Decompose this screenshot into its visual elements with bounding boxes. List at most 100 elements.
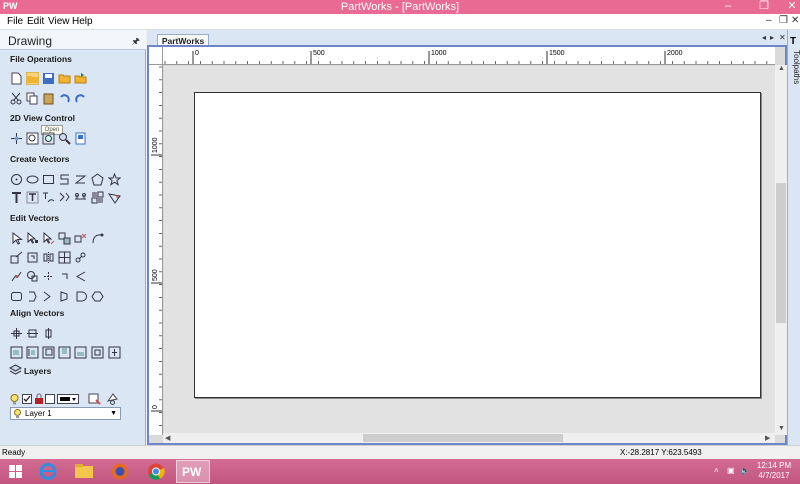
text-on-curve-icon[interactable] (42, 191, 55, 204)
layer-manager-icon[interactable] (88, 392, 101, 405)
trace-bitmap-icon[interactable] (58, 191, 71, 204)
rectangle-icon[interactable] (42, 173, 55, 186)
align-top-icon[interactable] (42, 346, 55, 359)
pin-icon[interactable]: 🖈 (132, 34, 140, 50)
taskbar-clock[interactable]: 12:14 PM 4/7/2017 (752, 461, 796, 481)
tab-scroll-left-icon[interactable]: ◂ (762, 33, 766, 42)
scroll-up-icon[interactable]: ▲ (778, 65, 785, 72)
chrome-icon[interactable] (140, 460, 172, 483)
align-center-icon[interactable] (10, 327, 23, 340)
drawing-canvas[interactable] (164, 66, 775, 435)
set-size-icon[interactable] (74, 232, 87, 245)
layer-checkbox[interactable] (22, 394, 32, 404)
export-folder-icon[interactable] (74, 72, 87, 85)
star-icon[interactable] (108, 173, 121, 186)
close-vector-icon[interactable] (26, 290, 39, 303)
redo-icon[interactable] (74, 92, 87, 105)
layer-paint-icon[interactable] (106, 392, 119, 405)
menu-file[interactable]: File (7, 16, 23, 27)
file-explorer-icon[interactable] (68, 460, 100, 483)
fillet-icon[interactable] (91, 191, 104, 204)
open-folder-icon[interactable] (26, 72, 39, 85)
polyline-icon[interactable] (74, 173, 87, 186)
weld-icon[interactable] (26, 270, 39, 283)
undo-icon[interactable] (58, 92, 71, 105)
toolpaths-panel-tab[interactable]: T Toolpaths (787, 30, 800, 445)
scroll-left-icon[interactable]: ◀ (165, 434, 170, 442)
fillet-corner-icon[interactable] (74, 270, 87, 283)
tray-chevron-icon[interactable]: ˄ (714, 466, 719, 475)
mirror-icon[interactable] (42, 251, 55, 264)
space-vertical-icon[interactable] (91, 346, 104, 359)
text-icon[interactable] (10, 191, 23, 204)
menu-edit[interactable]: Edit (27, 16, 44, 27)
layer-color-checkbox[interactable] (45, 394, 55, 404)
menu-view[interactable]: View (48, 16, 70, 27)
internet-explorer-icon[interactable] (32, 460, 64, 483)
tab-scroll-right-icon[interactable]: ▸ (770, 33, 774, 42)
scale-icon[interactable] (10, 251, 23, 264)
import-folder-icon[interactable] (58, 72, 71, 85)
cut-icon[interactable] (10, 92, 23, 105)
material-sheet[interactable] (194, 92, 761, 398)
arc-fit-icon[interactable] (74, 290, 87, 303)
layer-color-picker[interactable] (57, 394, 79, 404)
align-horizontal-center-icon[interactable] (26, 327, 39, 340)
layer-visible-icon[interactable] (10, 394, 19, 405)
zoom-box-icon[interactable] (26, 132, 39, 145)
ungroup-icon[interactable] (74, 251, 87, 264)
scroll-down-icon[interactable]: ▼ (778, 425, 785, 432)
space-horizontal-icon[interactable] (74, 346, 87, 359)
zoom-extents-icon[interactable] (42, 132, 55, 145)
align-page-icon[interactable] (108, 346, 121, 359)
offset-icon[interactable] (58, 270, 71, 283)
mdi-close-button[interactable]: ✕ (791, 15, 799, 26)
pan-icon[interactable] (10, 132, 23, 145)
ellipse-icon[interactable] (26, 173, 39, 186)
align-right-icon[interactable] (26, 346, 39, 359)
chamfer-icon[interactable] (91, 290, 104, 303)
layer-lock-icon[interactable] (34, 393, 44, 405)
start-windows-icon[interactable] (0, 460, 32, 483)
taskbar-partworks[interactable]: PW (176, 460, 210, 483)
rotate-icon[interactable] (91, 232, 104, 245)
polygon-icon[interactable] (91, 173, 104, 186)
copy-icon[interactable] (26, 92, 39, 105)
zoom-icon[interactable] (58, 132, 71, 145)
layer-select[interactable]: Layer 1 ▼ (10, 407, 121, 420)
select-icon[interactable] (10, 232, 23, 245)
align-left-icon[interactable] (10, 346, 23, 359)
volume-icon[interactable]: 🔈 (740, 466, 750, 475)
mdi-minimize-button[interactable]: – (766, 15, 772, 26)
firefox-icon[interactable] (104, 460, 136, 483)
scroll-right-icon[interactable]: ▶ (765, 434, 770, 442)
smooth-icon[interactable] (58, 290, 71, 303)
vertical-scrollbar[interactable]: ▲ ▼ (775, 65, 787, 435)
transform-icon[interactable] (42, 232, 55, 245)
node-edit-icon[interactable] (26, 232, 39, 245)
distort-icon[interactable] (26, 251, 39, 264)
network-icon[interactable]: ▣ (727, 466, 735, 475)
align-vertical-center-icon[interactable] (42, 327, 55, 340)
view-page-icon[interactable] (74, 132, 87, 145)
draw-shape-icon[interactable] (108, 191, 121, 204)
minimize-button[interactable]: – (720, 0, 736, 14)
paste-icon[interactable] (42, 92, 55, 105)
horizontal-scroll-thumb[interactable] (363, 434, 563, 442)
boundary-icon[interactable] (10, 290, 23, 303)
text-frame-icon[interactable] (26, 191, 39, 204)
extend-icon[interactable] (42, 290, 55, 303)
close-button[interactable]: ✕ (784, 0, 800, 14)
horizontal-scrollbar[interactable]: ◀ ▶ (163, 433, 775, 443)
restore-button[interactable]: ❐ (756, 0, 772, 14)
group-icon[interactable] (58, 251, 71, 264)
menu-help[interactable]: Help (72, 16, 93, 27)
align-bottom-icon[interactable] (58, 346, 71, 359)
new-file-icon[interactable] (10, 72, 23, 85)
join-icon[interactable] (10, 270, 23, 283)
dogbone-icon[interactable] (74, 191, 87, 204)
save-icon[interactable] (42, 72, 55, 85)
curve-icon[interactable] (58, 173, 71, 186)
tab-close-icon[interactable]: ✕ (779, 33, 786, 42)
trim-icon[interactable] (42, 270, 55, 283)
